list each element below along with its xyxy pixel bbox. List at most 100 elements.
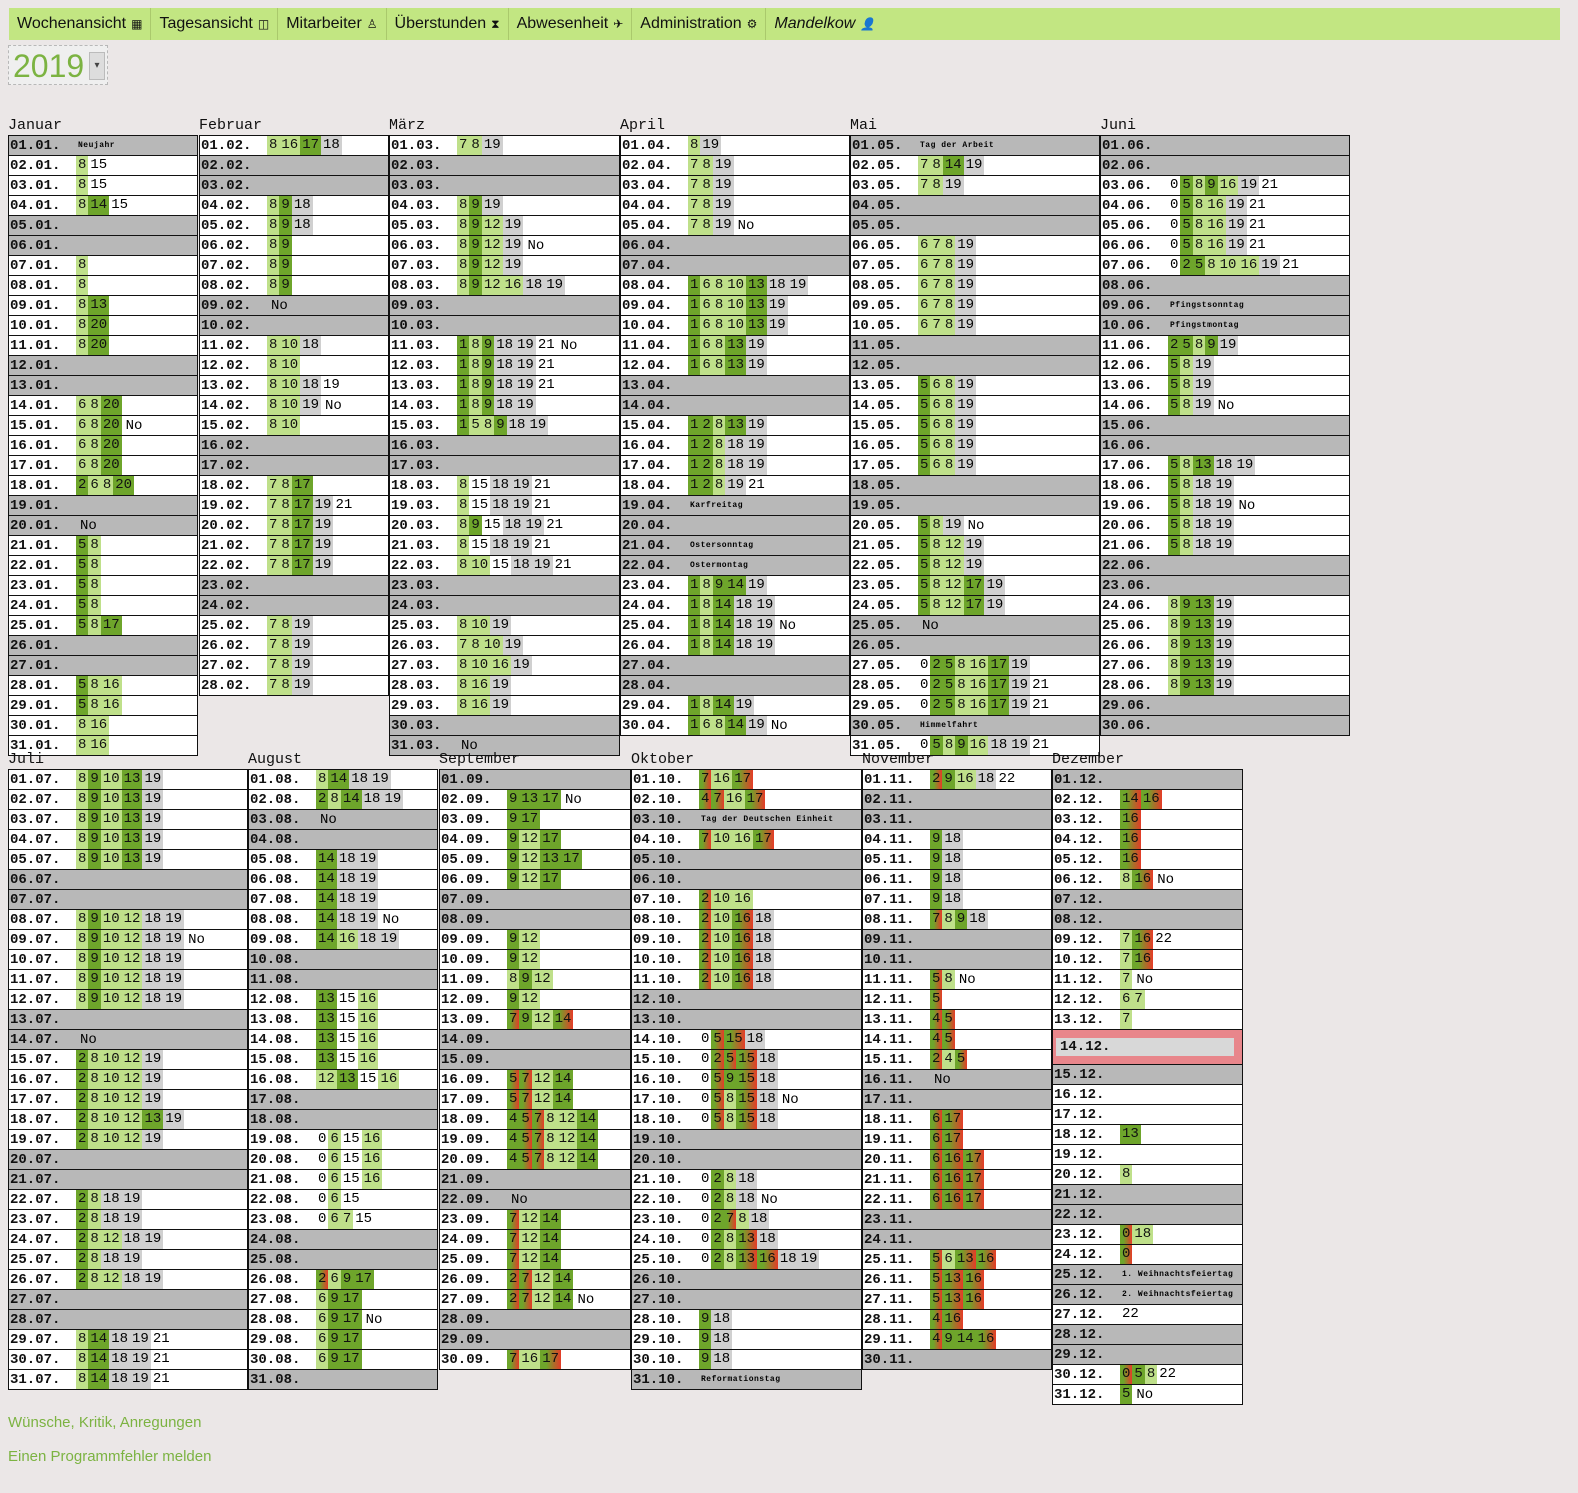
- shift-entry[interactable]: 0: [1120, 1365, 1133, 1384]
- shift-entry[interactable]: 5: [507, 1090, 520, 1109]
- shift-entry[interactable]: 14: [577, 1110, 599, 1129]
- shift-entry[interactable]: 8: [1120, 1165, 1133, 1184]
- day-row[interactable]: 16.07. 2 8 10 12 19: [9, 1070, 247, 1090]
- day-row[interactable]: 05.06. 0 5 8 16 19 21: [1101, 216, 1349, 236]
- shift-entry[interactable]: 6: [328, 1190, 341, 1209]
- shift-entry[interactable]: 17: [291, 496, 313, 515]
- day-row[interactable]: 13.02. 8 10 18 19: [200, 376, 388, 396]
- day-row[interactable]: 05.02. 8 9 18: [200, 216, 388, 236]
- day-row[interactable]: 10.04. 1 6 8 10 13 19: [621, 316, 849, 336]
- shift-entry[interactable]: 14: [712, 696, 734, 715]
- day-row[interactable]: 27.04.: [621, 656, 849, 676]
- day-row[interactable]: 28.01. 5 8 16: [9, 676, 197, 696]
- shift-entry[interactable]: 14: [316, 930, 337, 949]
- day-row[interactable]: 28.05. 0 2 5 8 16 17 19 21: [851, 676, 1099, 696]
- shift-entry[interactable]: 5: [1168, 356, 1181, 375]
- shift-entry[interactable]: 19: [1213, 636, 1235, 655]
- shift-entry[interactable]: 18: [511, 556, 532, 575]
- shift-entry[interactable]: 12: [121, 1130, 143, 1149]
- day-row[interactable]: 14.11. 4 5: [863, 1030, 1051, 1050]
- shift-entry[interactable]: 1: [688, 276, 701, 295]
- shift-entry[interactable]: 13: [121, 850, 143, 869]
- shift-entry[interactable]: 13: [121, 790, 143, 809]
- shift-entry[interactable]: 6: [76, 436, 89, 455]
- shift-entry[interactable]: 10: [1217, 256, 1239, 275]
- shift-entry[interactable]: 2: [711, 1210, 724, 1229]
- shift-entry[interactable]: 18: [766, 276, 788, 295]
- shift-entry[interactable]: 8: [457, 496, 470, 515]
- day-row[interactable]: 04.06. 0 5 8 16 19 21: [1101, 196, 1349, 216]
- shift-entry[interactable]: 15: [736, 1090, 758, 1109]
- shift-entry[interactable]: 1: [688, 296, 701, 315]
- shift-entry[interactable]: 16: [469, 696, 491, 715]
- shift-entry[interactable]: 18: [494, 356, 516, 375]
- shift-entry[interactable]: 16: [1238, 256, 1260, 275]
- shift-entry[interactable]: 2: [76, 1230, 89, 1249]
- shift-entry[interactable]: 19: [130, 1370, 151, 1389]
- day-row[interactable]: 23.12. 0 18: [1053, 1225, 1242, 1245]
- day-row[interactable]: 15.04. 1 2 8 13 19: [621, 416, 849, 436]
- day-row[interactable]: 20.09. 4 5 7 8 12 14: [440, 1150, 630, 1170]
- day-row[interactable]: 20.07.: [9, 1150, 247, 1170]
- shift-entry[interactable]: 16: [732, 910, 754, 929]
- shift-entry[interactable]: 2: [700, 436, 713, 455]
- day-row[interactable]: 31.10. Reformationstag: [632, 1370, 861, 1389]
- note-marker[interactable]: No: [782, 1092, 799, 1108]
- shift-entry[interactable]: 10: [100, 790, 122, 809]
- shift-entry[interactable]: 9: [507, 850, 520, 869]
- shift-entry[interactable]: 16: [732, 830, 754, 849]
- shift-entry[interactable]: 4: [507, 1110, 520, 1129]
- shift-entry[interactable]: 7: [699, 830, 712, 849]
- shift-entry[interactable]: 2: [711, 1230, 724, 1249]
- shift-entry[interactable]: 5: [942, 1030, 955, 1049]
- shift-entry[interactable]: 12: [531, 1010, 553, 1029]
- shift-entry[interactable]: 1: [688, 356, 701, 375]
- shift-entry[interactable]: 8: [76, 790, 89, 809]
- shift-entry[interactable]: 8: [88, 676, 101, 695]
- shift-entry[interactable]: 19: [312, 536, 334, 555]
- shift-entry[interactable]: 7: [688, 216, 701, 235]
- note-marker[interactable]: No: [188, 932, 205, 948]
- shift-entry[interactable]: 15: [736, 1050, 758, 1069]
- shift-entry[interactable]: 16: [942, 1190, 964, 1209]
- shift-entry[interactable]: 0: [316, 1210, 329, 1229]
- shift-entry[interactable]: 12: [481, 236, 503, 255]
- day-row[interactable]: 26.08. 2 6 9 17: [249, 1270, 437, 1290]
- shift-entry[interactable]: 16: [1205, 196, 1227, 215]
- nav-administration[interactable]: Administration ⚙: [632, 8, 767, 40]
- shift-entry[interactable]: 8: [1192, 236, 1206, 255]
- day-row[interactable]: 14.04.: [621, 396, 849, 416]
- day-row[interactable]: 09.12. 7 16 22: [1053, 930, 1242, 950]
- shift-entry[interactable]: 8: [930, 176, 943, 195]
- day-row[interactable]: 22.11. 6 16 17: [863, 1190, 1051, 1210]
- shift-entry[interactable]: 16: [1132, 950, 1154, 969]
- shift-entry[interactable]: 10: [100, 1050, 122, 1069]
- shift-entry[interactable]: 9: [469, 516, 482, 535]
- day-row[interactable]: 14.06. 5 8 19 No: [1101, 396, 1349, 416]
- shift-entry[interactable]: 15: [736, 1110, 758, 1129]
- shift-entry[interactable]: 0: [1120, 1245, 1133, 1264]
- day-row[interactable]: 02.10. 4 7 16 17: [632, 790, 861, 810]
- shift-entry[interactable]: 6: [930, 1150, 943, 1169]
- nav-wochenansicht[interactable]: Wochenansicht ▦: [9, 8, 152, 40]
- shift-entry[interactable]: 2: [711, 1050, 724, 1069]
- day-row[interactable]: 03.01. 8 15: [9, 176, 197, 196]
- shift-entry[interactable]: 8: [1180, 456, 1193, 475]
- shift-entry[interactable]: 18: [506, 416, 528, 435]
- shift-entry[interactable]: 2: [76, 1110, 89, 1129]
- shift-entry[interactable]: 16: [723, 790, 745, 809]
- shift-entry[interactable]: 8: [76, 930, 89, 949]
- day-row[interactable]: 12.03. 1 8 9 18 19 21: [390, 356, 619, 376]
- shift-entry[interactable]: 17: [540, 790, 562, 809]
- shift-entry[interactable]: 5: [1180, 216, 1193, 235]
- shift-entry[interactable]: 0: [316, 1130, 329, 1149]
- shift-entry[interactable]: 8: [88, 396, 101, 415]
- day-row[interactable]: 18.03. 8 15 18 19 21: [390, 476, 619, 496]
- shift-entry[interactable]: 12: [481, 216, 503, 235]
- day-row[interactable]: 29.08. 6 9 17: [249, 1330, 437, 1350]
- shift-entry[interactable]: 16: [732, 890, 754, 909]
- day-row[interactable]: 20.01. No: [9, 516, 197, 536]
- shift-entry[interactable]: 12: [519, 830, 541, 849]
- day-row[interactable]: 13.05. 5 6 8 19: [851, 376, 1099, 396]
- day-row[interactable]: 14.10. 0 5 15 18: [632, 1030, 861, 1050]
